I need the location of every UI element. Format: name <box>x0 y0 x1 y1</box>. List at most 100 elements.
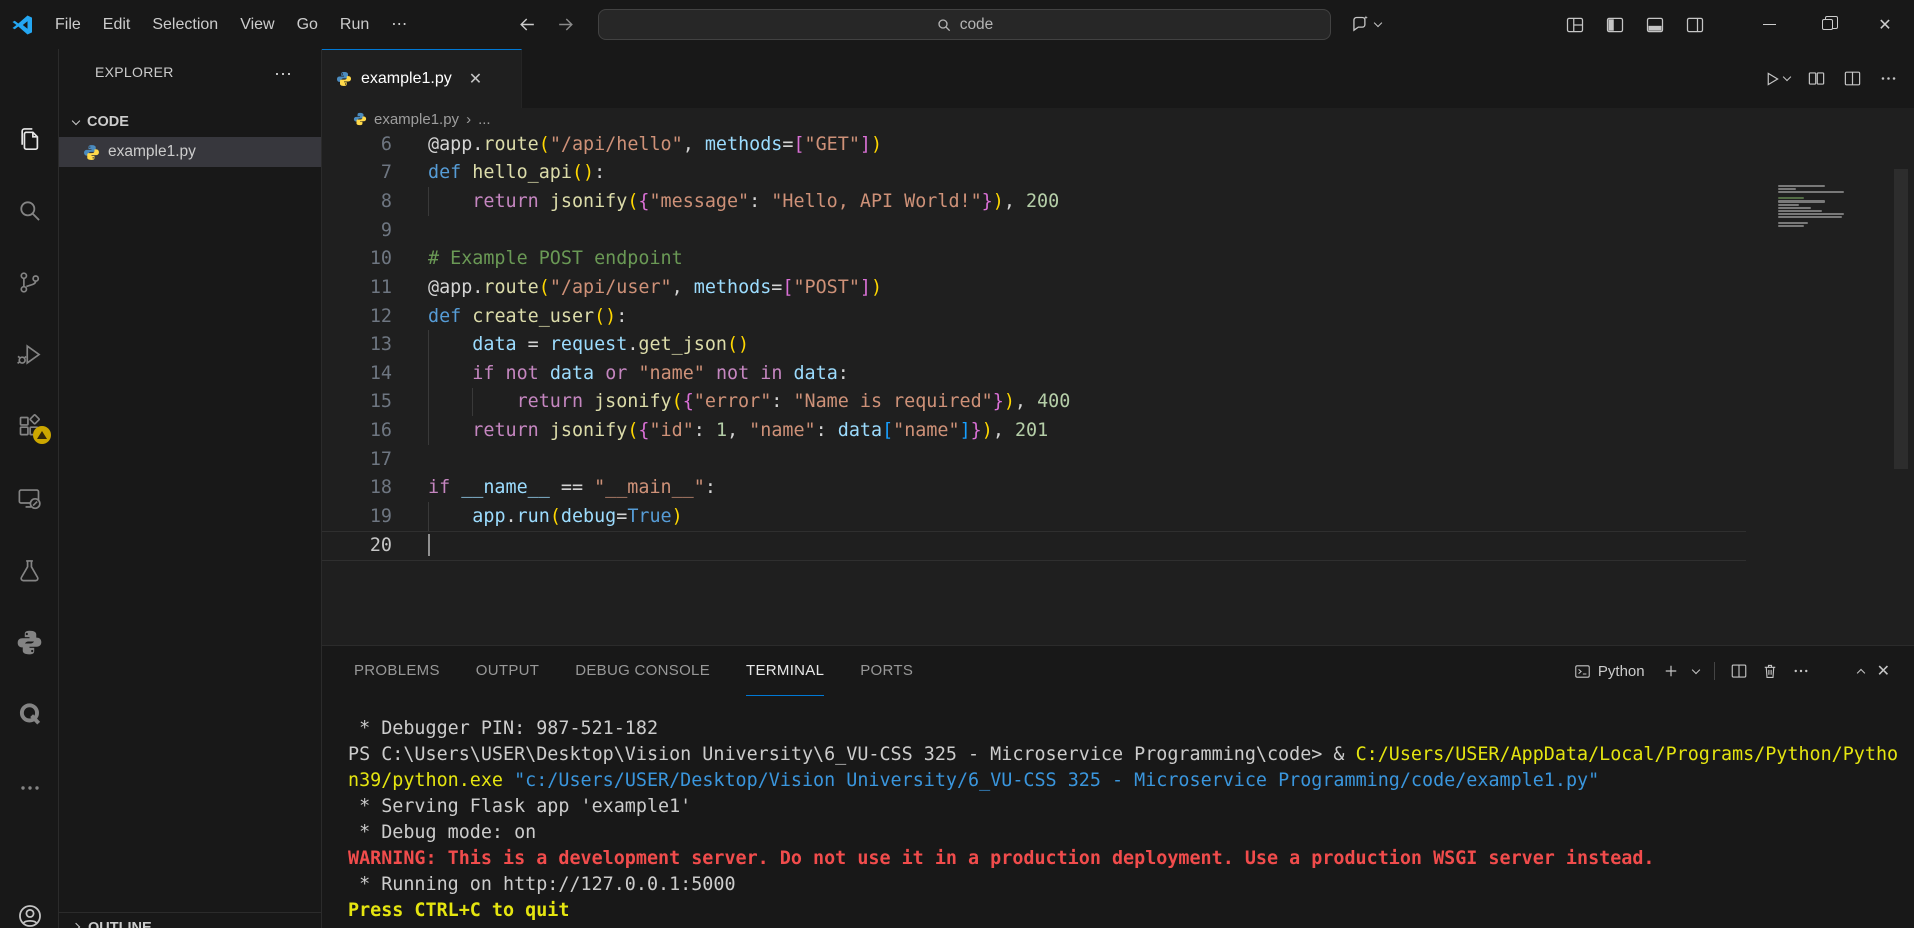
panel-tab-problems[interactable]: PROBLEMS <box>354 646 440 696</box>
chevron-down-icon <box>1374 19 1382 27</box>
folder-section-code[interactable]: CODE <box>59 107 321 137</box>
menu-selection[interactable]: Selection <box>141 0 229 49</box>
code-line-13[interactable]: 13 data = request.get_json() <box>322 330 1914 359</box>
panel-tab-ports[interactable]: PORTS <box>860 646 913 696</box>
back-arrow-icon[interactable] <box>512 10 542 40</box>
code-line-18[interactable]: 18if __name__ == "__main__": <box>322 474 1914 503</box>
sidebar-item-source-control[interactable] <box>0 268 59 296</box>
toggle-panel-icon[interactable] <box>1635 15 1675 35</box>
minimize-button[interactable] <box>1740 0 1798 49</box>
chevron-down-icon <box>72 116 80 124</box>
code-editor[interactable]: 6@app.route("/api/hello", methods=["GET"… <box>322 130 1914 645</box>
sidebar-item-run-debug[interactable] <box>0 340 59 368</box>
sidebar-item-python[interactable] <box>0 628 59 656</box>
code-line-6[interactable]: 6@app.route("/api/hello", methods=["GET"… <box>322 130 1914 159</box>
sidebar-item-extensions[interactable] <box>0 412 59 440</box>
terminal-shell-label[interactable]: Python <box>1574 663 1645 680</box>
code-line-17[interactable]: 17 <box>322 445 1914 474</box>
line-number: 11 <box>322 277 392 298</box>
code-text: @app.route("/api/hello", methods=["GET"]… <box>428 134 882 155</box>
editor-scrollbar[interactable] <box>1894 169 1908 469</box>
minimap-line <box>1778 210 1822 212</box>
menu-go[interactable]: Go <box>286 0 329 49</box>
open-changes-icon[interactable] <box>1807 69 1826 88</box>
more-views-icon <box>18 776 42 800</box>
more-actions-icon[interactable] <box>1879 69 1898 88</box>
minimap[interactable] <box>1778 185 1848 231</box>
panel-more-actions-icon[interactable] <box>1792 662 1810 680</box>
line-number: 15 <box>322 391 392 412</box>
split-terminal-icon[interactable] <box>1730 662 1748 680</box>
activity-bar <box>0 49 59 928</box>
code-line-10[interactable]: 10# Example POST endpoint <box>322 245 1914 274</box>
sidebar-item-explorer[interactable] <box>0 124 59 152</box>
terminal-line: PS C:\Users\USER\Desktop\Vision Universi… <box>348 742 1914 768</box>
python-file-icon <box>83 144 100 161</box>
copilot-chat-icon <box>1350 14 1371 35</box>
customize-layout-icon[interactable] <box>1555 15 1595 35</box>
code-line-19[interactable]: 19 app.run(debug=True) <box>322 502 1914 531</box>
menu-more[interactable]: ⋯ <box>380 0 418 49</box>
title-bar: FileEditSelectionViewGoRun⋯ code <box>0 0 1914 49</box>
code-text: if not data or "name" not in data: <box>428 363 849 384</box>
minimap-line <box>1778 225 1804 227</box>
additional-views-button[interactable] <box>0 774 59 802</box>
run-and-debug-icon <box>16 341 43 368</box>
outline-label: OUTLINE <box>88 920 152 928</box>
terminal-output[interactable]: * Debugger PIN: 987-521-182PS C:\Users\U… <box>322 696 1914 928</box>
indent-guide <box>428 330 429 359</box>
kill-terminal-icon[interactable] <box>1761 662 1779 680</box>
code-line-7[interactable]: 7def hello_api(): <box>322 159 1914 188</box>
explorer-more-actions-icon[interactable]: ⋯ <box>274 64 293 85</box>
sidebar-item-search[interactable] <box>0 196 59 224</box>
panel-tab-debug-console[interactable]: DEBUG CONSOLE <box>575 646 710 696</box>
menu-file[interactable]: File <box>44 0 92 49</box>
code-line-8[interactable]: 8 return jsonify({"message": "Hello, API… <box>322 187 1914 216</box>
close-panel-icon[interactable]: ✕ <box>1877 661 1890 681</box>
line-number: 19 <box>322 506 392 527</box>
menu-edit[interactable]: Edit <box>92 0 142 49</box>
code-line-14[interactable]: 14 if not data or "name" not in data: <box>322 359 1914 388</box>
toggle-secondary-sidebar-icon[interactable] <box>1675 15 1715 35</box>
copilot-chat-button[interactable] <box>1350 0 1381 49</box>
new-terminal-icon[interactable] <box>1662 662 1680 680</box>
close-window-button[interactable]: ✕ <box>1856 0 1914 49</box>
minimap-line <box>1778 191 1844 193</box>
tab-label: example1.py <box>361 70 452 88</box>
outline-section[interactable]: OUTLINE <box>59 912 321 928</box>
code-lines: 6@app.route("/api/hello", methods=["GET"… <box>322 130 1914 559</box>
code-line-20[interactable]: 20 <box>322 531 1914 560</box>
indent-guide <box>428 187 429 216</box>
panel-tab-terminal[interactable]: TERMINAL <box>746 646 824 696</box>
terminal-line: Press CTRL+C to quit <box>348 898 1914 924</box>
code-line-12[interactable]: 12def create_user(): <box>322 302 1914 331</box>
tab-example1-py[interactable]: example1.py ✕ <box>322 49 522 108</box>
code-line-15[interactable]: 15 return jsonify({"error": "Name is req… <box>322 388 1914 417</box>
command-center-search[interactable]: code <box>598 9 1331 40</box>
menu-run[interactable]: Run <box>329 0 380 49</box>
panel-tab-output[interactable]: OUTPUT <box>476 646 539 696</box>
line-number: 9 <box>322 220 392 241</box>
forward-arrow-icon[interactable] <box>550 10 580 40</box>
menu-view[interactable]: View <box>229 0 285 49</box>
code-line-11[interactable]: 11@app.route("/api/user", methods=["POST… <box>322 273 1914 302</box>
split-editor-icon[interactable] <box>1843 69 1862 88</box>
tab-close-icon[interactable]: ✕ <box>469 69 482 89</box>
folder-name: CODE <box>87 114 129 130</box>
launch-profile-chevron-icon[interactable] <box>1691 665 1699 673</box>
run-python-file-button[interactable] <box>1763 70 1790 88</box>
indent-guide <box>428 502 429 531</box>
account-button[interactable] <box>0 902 59 928</box>
sidebar-item-q-extension[interactable] <box>0 700 59 728</box>
close-icon: ✕ <box>1878 15 1891 35</box>
sidebar-item-testing[interactable] <box>0 556 59 584</box>
indent-guide <box>428 388 429 417</box>
sidebar-item-remote-explorer[interactable] <box>0 484 59 512</box>
maximize-panel-icon[interactable] <box>1856 669 1864 677</box>
file-item-example1[interactable]: example1.py <box>59 137 321 167</box>
restore-button[interactable] <box>1798 0 1856 49</box>
toggle-primary-sidebar-icon[interactable] <box>1595 15 1635 35</box>
breadcrumb[interactable]: example1.py › ... <box>322 108 1914 130</box>
code-line-9[interactable]: 9 <box>322 216 1914 245</box>
code-line-16[interactable]: 16 return jsonify({"id": 1, "name": data… <box>322 416 1914 445</box>
